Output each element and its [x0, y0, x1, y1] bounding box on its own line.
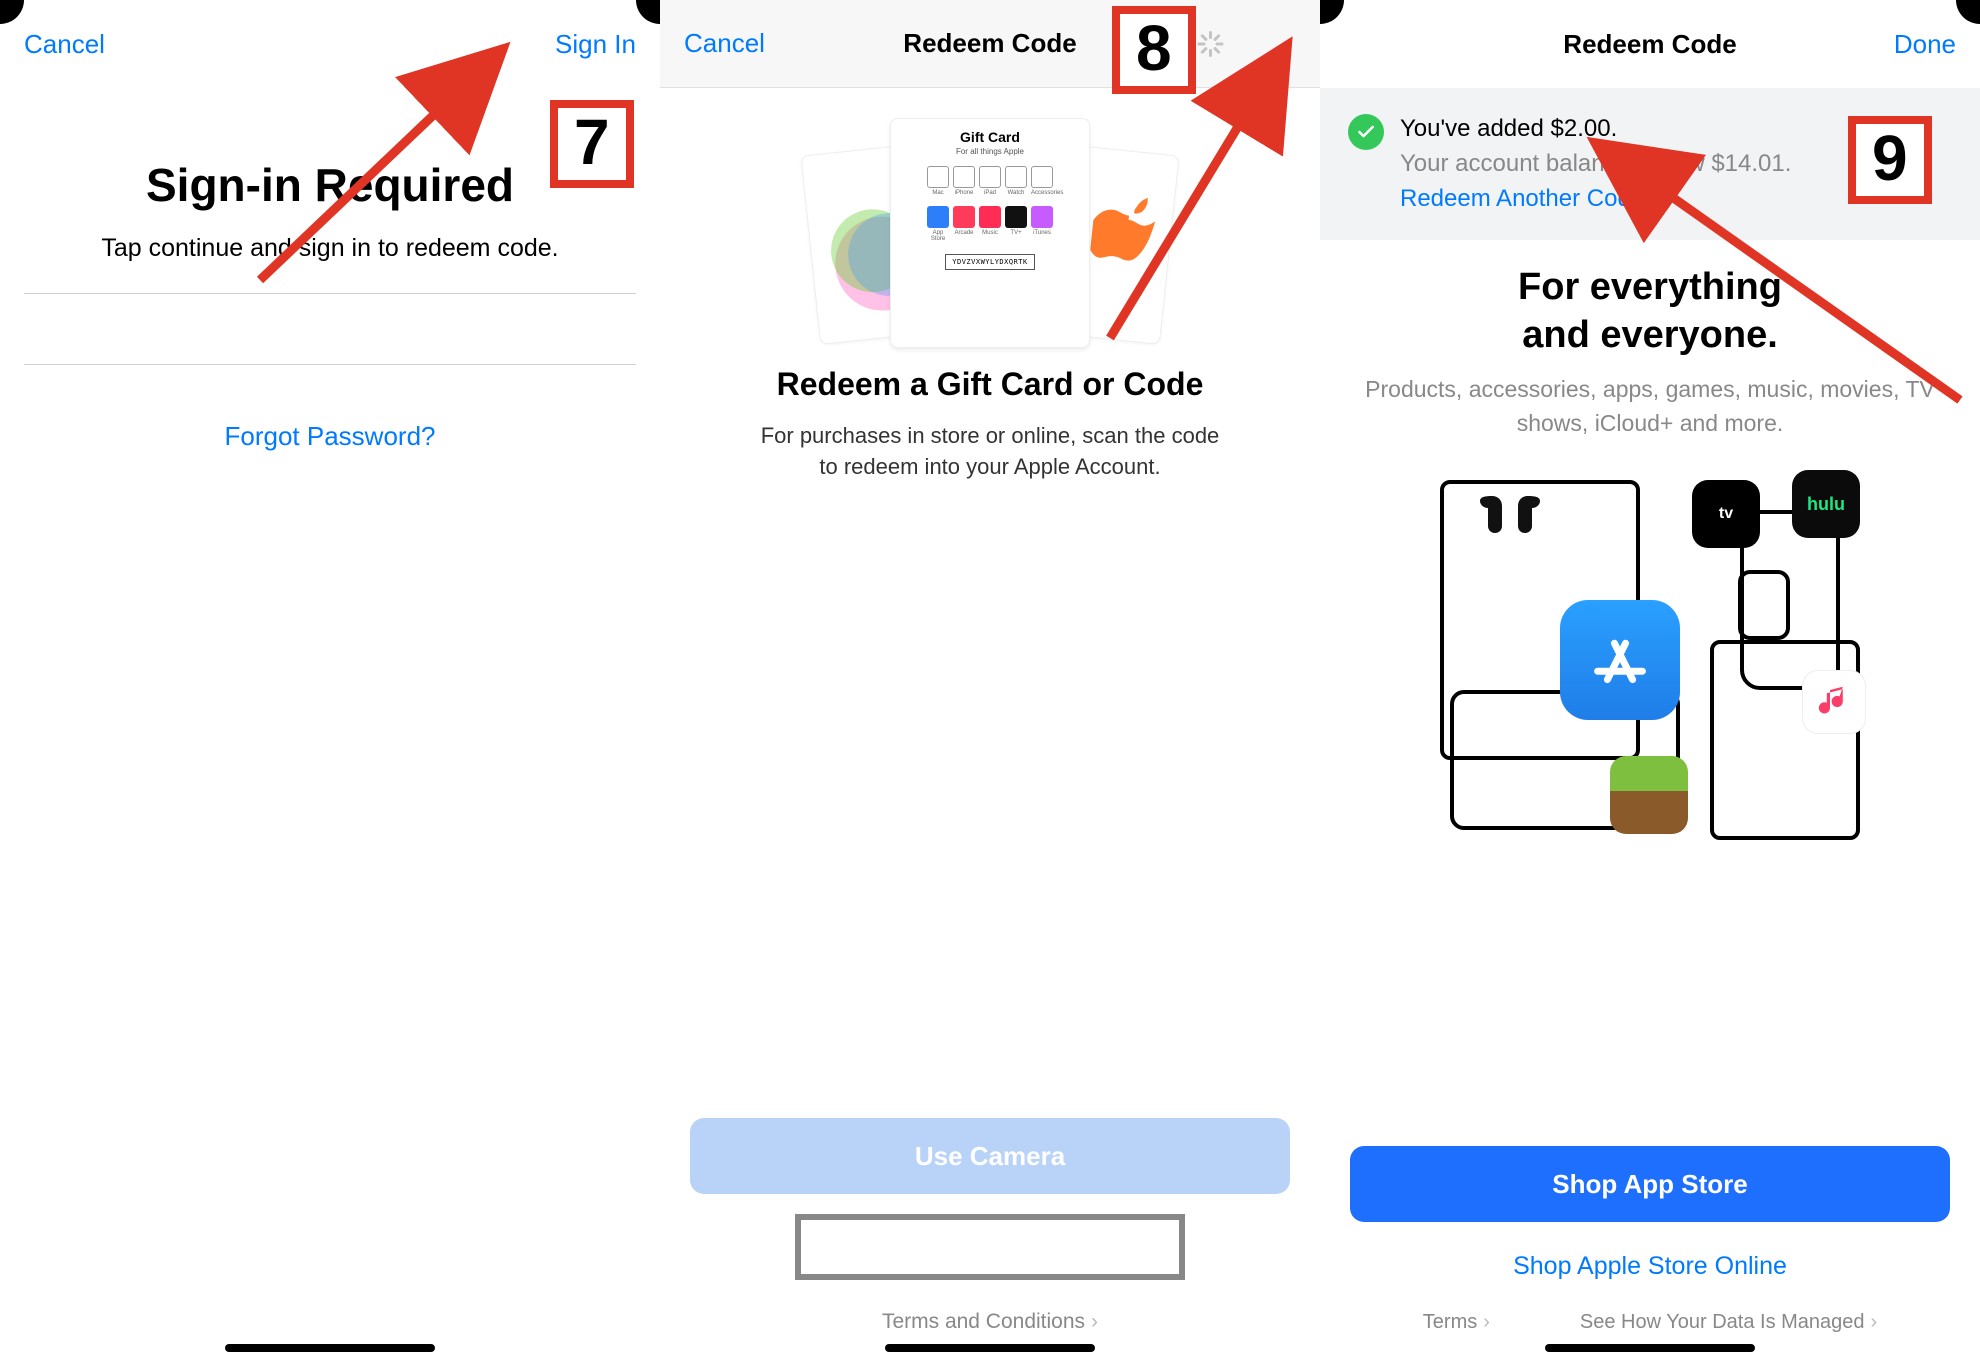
cancel-button[interactable]: Cancel	[684, 28, 784, 59]
giftcard-sample-code: YDVZVXWYLYDXQRTK	[945, 254, 1034, 270]
chevron-right-icon: ›	[1871, 1311, 1878, 1334]
cancel-button[interactable]: Cancel	[24, 29, 124, 60]
step-badge-9: 9	[1848, 116, 1932, 204]
checkmark-icon	[1348, 114, 1384, 150]
appstore-icon	[1560, 600, 1680, 720]
forgot-password-link[interactable]: Forgot Password?	[24, 421, 636, 452]
annotation-arrow	[260, 30, 520, 290]
giftcard-title: Gift Card	[960, 129, 1020, 145]
page-title: Redeem Code	[903, 28, 1076, 59]
terms-link[interactable]: Terms›	[1423, 1311, 1490, 1334]
home-indicator	[885, 1344, 1095, 1352]
appletv-icon: tv	[1692, 480, 1760, 548]
use-camera-button[interactable]: Use Camera	[690, 1118, 1290, 1194]
chevron-right-icon: ›	[1483, 1311, 1490, 1334]
shop-app-store-button[interactable]: Shop App Store	[1350, 1146, 1950, 1222]
chevron-right-icon: ›	[1091, 1310, 1098, 1334]
giftcard-sub: For all things Apple	[956, 147, 1024, 156]
terms-and-conditions-link[interactable]: Terms and Conditions ›	[882, 1310, 1098, 1334]
done-button[interactable]: Done	[1856, 29, 1956, 60]
shop-apple-store-online-link[interactable]: Shop Apple Store Online	[1513, 1252, 1787, 1281]
screen-signin-required: Cancel Sign In Sign-in Required Tap cont…	[0, 0, 660, 1362]
screen-redeem-success: Redeem Code Done You've added $2.00. You…	[1320, 0, 1980, 1362]
hulu-icon: hulu	[1792, 470, 1860, 538]
screen-redeem-code: Cancel Redeem Code Gift Card For	[660, 0, 1320, 1362]
navbar: Redeem Code Done	[1320, 0, 1980, 88]
home-indicator	[1545, 1344, 1755, 1352]
redeem-heading: Redeem a Gift Card or Code	[777, 366, 1204, 403]
data-managed-link[interactable]: See How Your Data Is Managed›	[1580, 1311, 1877, 1334]
divider	[24, 293, 636, 294]
watch-icon	[1738, 570, 1790, 640]
minecraft-icon	[1610, 756, 1688, 834]
redeem-description: For purchases in store or online, scan t…	[760, 421, 1220, 483]
redeem-code-input[interactable]	[795, 1214, 1185, 1280]
airpods-icon	[1480, 490, 1540, 535]
step-badge-7: 7	[550, 100, 634, 188]
divider	[24, 364, 636, 365]
signin-button[interactable]: Sign In	[536, 29, 636, 60]
page-title: Redeem Code	[1563, 29, 1736, 60]
hero-illustration: tv hulu	[1440, 470, 1860, 830]
home-indicator	[225, 1344, 435, 1352]
step-badge-8: 8	[1112, 6, 1196, 94]
music-icon	[1802, 670, 1866, 734]
